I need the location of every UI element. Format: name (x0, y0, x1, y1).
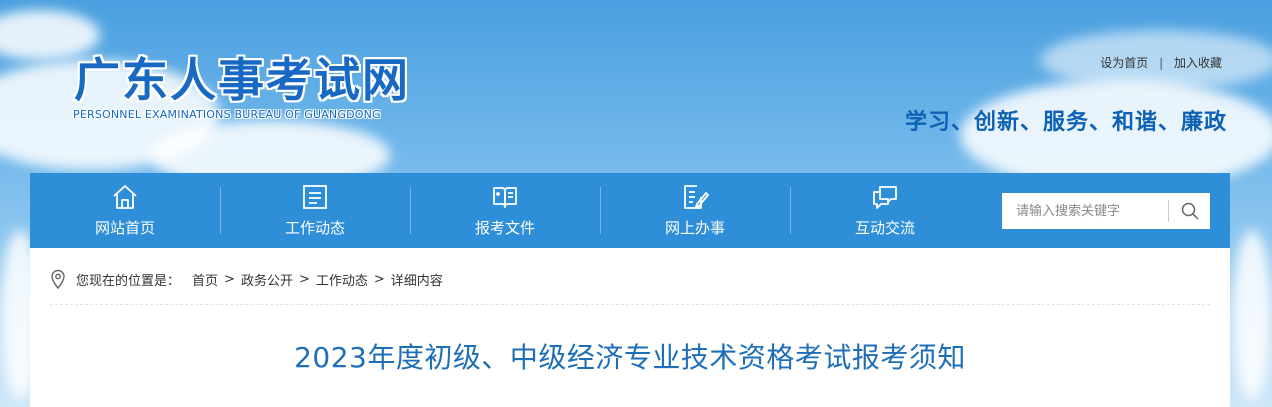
nav-item-online-services[interactable]: 网上办事 (600, 173, 790, 248)
top-links: 设为首页 | 加入收藏 (1100, 54, 1222, 71)
nav-item-label: 互动交流 (854, 219, 915, 237)
nav-item-work-news[interactable]: 工作动态 (220, 173, 410, 248)
top-links-separator: | (1159, 56, 1164, 70)
site-logo-title[interactable]: 广东人事考试网 (74, 44, 410, 110)
search-input[interactable] (1002, 193, 1168, 229)
nav-item-home[interactable]: 网站首页 (30, 173, 220, 248)
breadcrumb: 您现在的位置是： 首页 > 政务公开 > 工作动态 > 详细内容 (50, 267, 443, 291)
nav-item-label: 网上办事 (664, 219, 725, 237)
document-edit-icon (684, 185, 709, 209)
breadcrumb-item-current: 详细内容 (390, 273, 443, 289)
home-icon (113, 185, 137, 209)
add-favorite-link[interactable]: 加入收藏 (1174, 56, 1222, 70)
breadcrumb-separator: > (224, 271, 235, 287)
breadcrumb-divider (50, 304, 1210, 305)
breadcrumb-prefix: 您现在的位置是： (76, 273, 181, 289)
breadcrumb-item-work-news[interactable]: 工作动态 (316, 270, 368, 289)
main-nav: 网站首页 工作动态 报考文件 网上办事 互动交流 请输入搜索关键字 (30, 173, 1230, 248)
set-homepage-link[interactable]: 设为首页 (1100, 56, 1148, 70)
search-button[interactable] (1169, 193, 1210, 229)
nav-item-label: 网站首页 (94, 219, 155, 237)
nav-item-interaction[interactable]: 互动交流 (790, 173, 980, 248)
location-pin-icon (51, 269, 65, 289)
search-icon (1181, 202, 1199, 220)
article-title: 2023年度初级、中级经济专业技术资格考试报考须知 (294, 341, 966, 374)
chat-bubbles-icon (873, 186, 897, 209)
breadcrumb-item-government-affairs[interactable]: 政务公开 (241, 270, 293, 289)
site-header: 广东人事考试网 PERSONNEL EXAMINATIONS BUREAU OF… (0, 0, 1272, 173)
breadcrumb-item-home[interactable]: 首页 (192, 270, 218, 289)
search-box (1002, 193, 1210, 229)
news-list-icon (303, 185, 327, 209)
content-panel: 您现在的位置是： 首页 > 政务公开 > 工作动态 > 详细内容 2023年度初… (30, 248, 1230, 407)
cloud-decoration (1232, 230, 1272, 400)
site-logo-subtitle: PERSONNEL EXAMINATIONS BUREAU OF GUANGDO… (73, 108, 381, 121)
nav-item-exam-documents[interactable]: 报考文件 (410, 173, 600, 248)
open-book-icon (493, 187, 517, 208)
site-slogan: 学习、创新、服务、和谐、廉政 (904, 110, 1227, 135)
nav-item-label: 报考文件 (474, 219, 535, 237)
nav-item-label: 工作动态 (284, 219, 345, 237)
breadcrumb-separator: > (373, 271, 385, 287)
breadcrumb-separator: > (298, 271, 310, 287)
